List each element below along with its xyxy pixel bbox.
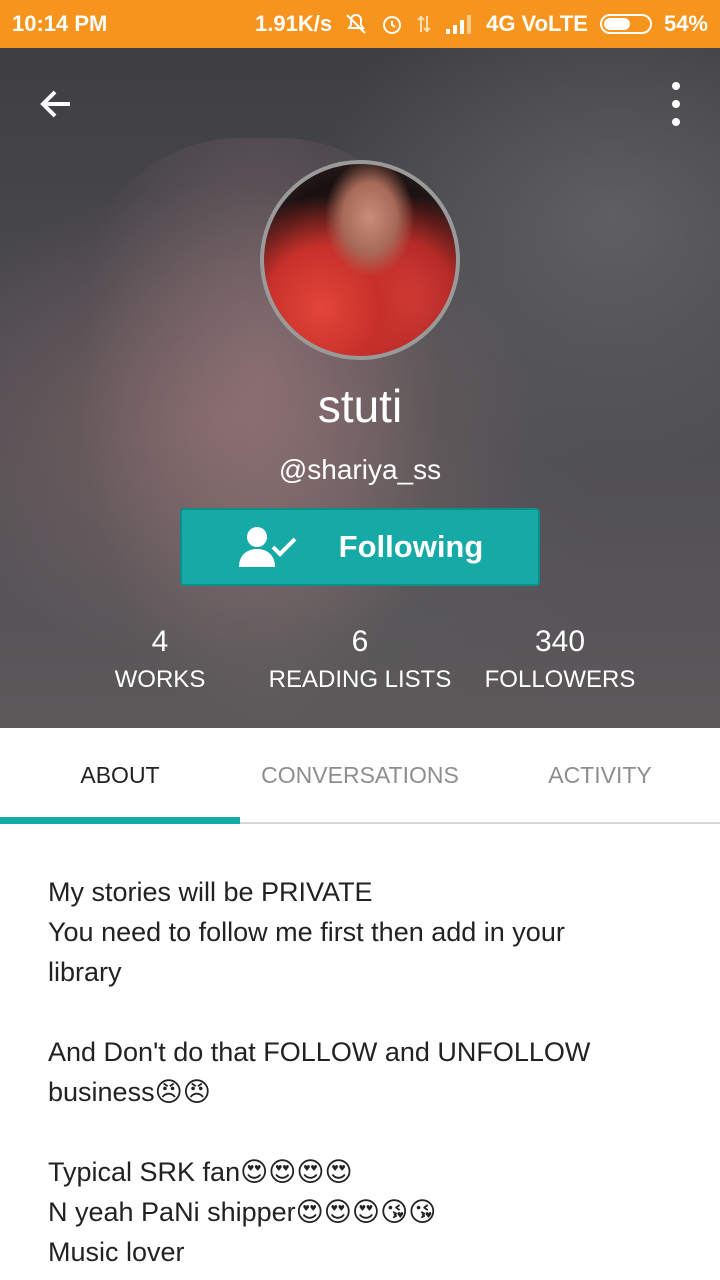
about-line: You need to follow me first then add in …	[48, 917, 565, 947]
stat-reading-lists[interactable]: 6 READING LISTS	[260, 622, 460, 702]
stat-value: 4	[151, 625, 169, 658]
about-spacer	[48, 992, 688, 1032]
about-section: My stories will be PRIVATE You need to f…	[48, 872, 688, 1272]
stat-works[interactable]: 4 WORKS	[60, 622, 260, 702]
arrow-left-icon	[40, 90, 70, 118]
more-dot	[672, 118, 680, 126]
user-check-icon	[238, 527, 297, 567]
network-type: 4G VoLTE	[486, 11, 588, 36]
tab-activity[interactable]: ACTIVITY	[480, 728, 720, 822]
following-button[interactable]: Following	[180, 508, 540, 586]
signal-icon	[444, 13, 474, 35]
data-arrows-icon	[416, 12, 432, 36]
status-time: 10:14 PM	[12, 11, 108, 36]
stat-value: 340	[534, 625, 586, 658]
stat-label: FOLLOWERS	[484, 666, 636, 693]
avatar[interactable]	[260, 160, 460, 360]
display-name: stuti	[317, 380, 403, 432]
battery-icon	[599, 14, 652, 34]
battery-percent: 54%	[663, 11, 708, 36]
alarm-icon	[380, 12, 404, 36]
about-spacer	[48, 1112, 688, 1152]
profile-stats: 4 WORKS 6 READING LISTS 340 FOLLOWERS	[0, 622, 720, 702]
stat-followers[interactable]: 340 FOLLOWERS	[460, 622, 660, 702]
stat-label: READING LISTS	[268, 666, 452, 693]
about-line: My stories will be PRIVATE	[48, 877, 373, 907]
stat-label: WORKS	[114, 666, 206, 693]
following-label: Following	[338, 529, 484, 564]
status-indicators: 1.91K/s 4G VoLTE 54%	[255, 11, 708, 37]
back-button[interactable]	[30, 78, 82, 130]
profile-header: stuti @shariya_ss Following 4 WORKS 6 RE…	[0, 48, 720, 728]
about-line: N yeah PaNi shipper😍😍😍😘😘	[48, 1197, 437, 1227]
tab-conversations[interactable]: CONVERSATIONS	[240, 728, 480, 822]
more-options-button[interactable]	[660, 82, 692, 126]
username: @shariya_ss	[278, 454, 442, 485]
more-vertical-icon	[672, 82, 680, 90]
tab-about[interactable]: ABOUT	[0, 728, 240, 824]
about-line: business😠😠	[48, 1077, 211, 1107]
about-line: Typical SRK fan😍😍😍😍	[48, 1157, 353, 1187]
status-bar: 10:14 PM 1.91K/s 4G VoLTE 54%	[0, 0, 720, 48]
about-line: library	[48, 957, 122, 987]
about-line: Music lover	[48, 1237, 185, 1267]
profile-tabs: ABOUT CONVERSATIONS ACTIVITY	[0, 728, 720, 824]
stat-value: 6	[351, 625, 369, 658]
more-dot	[672, 100, 680, 108]
about-line: And Don't do that FOLLOW and UNFOLLOW	[48, 1037, 591, 1067]
bell-off-icon	[344, 12, 368, 36]
network-speed: 1.91K/s	[255, 11, 333, 36]
